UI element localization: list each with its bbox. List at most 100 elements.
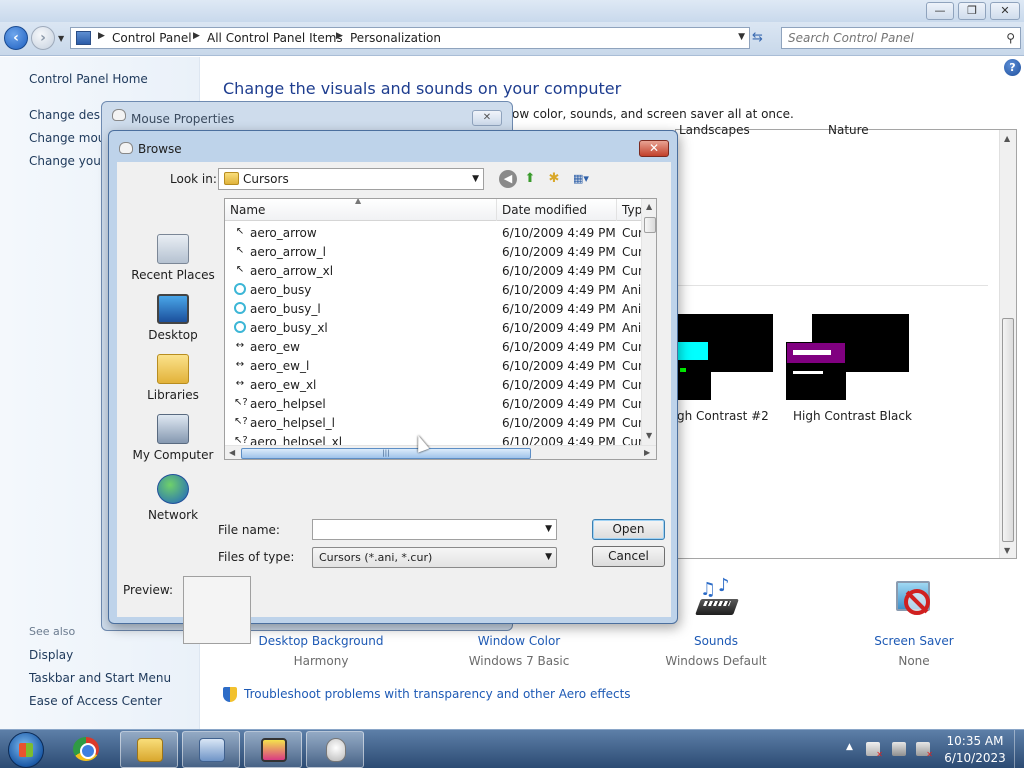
scroll-up-arrow-icon[interactable]: ▲ [646,202,652,211]
place-recent-places[interactable]: Recent Places [125,234,221,282]
sounds-icon[interactable]: ♫ ♪ [694,575,739,623]
theme-list-scrollbar[interactable]: ▲ ▼ [999,130,1016,558]
table-row[interactable]: ↖?aero_helpsel_xl6/10/2009 4:49 PMCursor [225,432,656,445]
theme-thumb-hcblack-front[interactable] [786,342,846,400]
horizontal-scroll-thumb[interactable]: ||| [241,448,531,459]
place-libraries[interactable]: Libraries [125,354,221,402]
file-list-vertical-scrollbar[interactable]: ▲ ▼ [641,199,656,445]
column-header-name[interactable]: Name [230,203,265,217]
chevron-down-icon[interactable]: ▼ [472,174,479,184]
minimize-button[interactable]: — [926,2,954,20]
sidebar-control-panel-home[interactable]: Control Panel Home [29,72,148,86]
table-row[interactable]: aero_busy_xl 6/10/2009 4:49 PM Anima [225,318,656,337]
scroll-left-arrow-icon[interactable]: ◀ [229,448,235,457]
theme-label-high-contrast-2[interactable]: gh Contrast #2 [677,409,769,423]
column-separator[interactable] [616,199,617,221]
refresh-icon[interactable]: ⇆ [752,30,763,45]
forward-button[interactable]: › [31,26,55,50]
window-color-item[interactable]: Window Color Windows 7 Basic [439,634,599,668]
table-row[interactable]: ↖aero_arrow6/10/2009 4:49 PMCursor [225,223,656,242]
open-button[interactable]: Open [592,519,665,540]
back-arrow-icon[interactable]: ◀ [499,170,517,188]
sidebar-display[interactable]: Display [29,648,73,662]
desktop-background-item[interactable]: Desktop Background Harmony [241,634,401,668]
place-desktop[interactable]: Desktop [125,294,221,342]
breadcrumb-separator-icon[interactable]: ▶ [98,31,105,41]
search-input[interactable] [788,31,988,45]
volume-icon[interactable] [916,742,933,759]
scroll-right-arrow-icon[interactable]: ▶ [644,448,650,457]
table-row[interactable]: ↔aero_ew_xl6/10/2009 4:49 PMCursor [225,375,656,394]
table-row[interactable]: ↖aero_arrow_l6/10/2009 4:49 PMCursor [225,242,656,261]
taskbar-mouse-properties[interactable] [306,731,364,768]
column-separator[interactable] [496,199,497,221]
file-list-horizontal-scrollbar[interactable]: ◀ ||| ▶ [225,445,656,459]
recent-pages-arrow-icon[interactable]: ▼ [58,34,64,43]
search-box[interactable]: ⚲ [781,27,1021,49]
show-hidden-icons-icon[interactable]: ▲ [846,742,853,752]
help-icon[interactable]: ? [1004,59,1021,76]
clock-date[interactable]: 6/10/2023 [940,751,1010,765]
screen-saver-link[interactable]: Screen Saver [834,634,994,648]
file-name-input[interactable] [316,522,536,536]
sidebar-taskbar-start-menu[interactable]: Taskbar and Start Menu [29,671,171,685]
scroll-down-arrow-icon[interactable]: ▼ [646,431,652,440]
taskbar-explorer[interactable] [120,731,178,768]
theme-scroll-thumb[interactable] [1002,318,1014,542]
close-button[interactable]: ✕ [990,2,1020,20]
breadcrumb-separator-icon[interactable]: ▶ [336,31,343,41]
browse-close-button[interactable]: ✕ [639,140,669,157]
new-folder-icon[interactable]: ✱ [545,170,563,188]
show-desktop-button[interactable] [1014,730,1024,768]
back-button[interactable]: ‹ [4,26,28,50]
breadcrumb-all-items[interactable]: All Control Panel Items [207,31,343,45]
screen-saver-icon[interactable] [892,577,936,623]
breadcrumb-separator-icon[interactable]: ▶ [193,31,200,41]
cancel-button[interactable]: Cancel [592,546,665,567]
scroll-up-arrow-icon[interactable]: ▲ [1004,134,1010,143]
mouse-properties-close-button[interactable]: ✕ [472,110,502,126]
troubleshoot-link-text[interactable]: Troubleshoot problems with transparency … [244,687,631,701]
files-of-type-dropdown[interactable]: Cursors (*.ani, *.cur) ▼ [312,547,557,568]
address-dropdown-icon[interactable]: ▼ [738,32,745,42]
table-row[interactable]: ↖?aero_helpsel6/10/2009 4:49 PMCursor [225,394,656,413]
breadcrumb-control-panel[interactable]: Control Panel [112,31,192,45]
network-icon[interactable] [892,742,906,756]
sidebar-change-desktop-icons[interactable]: Change deskt [29,108,112,122]
chevron-down-icon[interactable]: ▼ [545,524,552,534]
table-row[interactable]: aero_busy 6/10/2009 4:49 PM Anima [225,280,656,299]
desktop-background-link[interactable]: Desktop Background [241,634,401,648]
vertical-scroll-thumb[interactable] [644,217,656,233]
look-in-dropdown[interactable]: Cursors ▼ [218,168,484,190]
breadcrumb-personalization[interactable]: Personalization [350,31,441,45]
theme-label-landscapes[interactable]: Landscapes [679,123,750,137]
theme-label-nature[interactable]: Nature [828,123,869,137]
place-my-computer[interactable]: My Computer [125,414,221,462]
screen-saver-item[interactable]: Screen Saver None [834,577,994,668]
table-row[interactable]: aero_busy_l 6/10/2009 4:49 PM Anima [225,299,656,318]
table-row[interactable]: ↖aero_arrow_xl6/10/2009 4:49 PMCursor [225,261,656,280]
table-row[interactable]: ↔aero_ew6/10/2009 4:49 PMCursor [225,337,656,356]
taskbar-control-panel[interactable] [182,731,240,768]
chevron-down-icon[interactable]: ▼ [545,552,552,562]
column-header-date-modified[interactable]: Date modified [502,203,587,217]
file-name-combobox[interactable]: ▼ [312,519,557,540]
window-color-link[interactable]: Window Color [439,634,599,648]
sounds-link[interactable]: Sounds [636,634,796,648]
taskbar-chrome[interactable] [57,731,115,768]
address-bar[interactable]: ▶ Control Panel ▶ All Control Panel Item… [70,27,750,49]
place-network[interactable]: Network [125,474,221,522]
sidebar-ease-of-access[interactable]: Ease of Access Center [29,694,162,708]
taskbar-personalization[interactable] [244,731,302,768]
sidebar-change-mouse-pointers[interactable]: Change mous [29,131,112,145]
maximize-button[interactable]: ❐ [958,2,986,20]
theme-thumb-hc2-front[interactable] [678,342,711,400]
table-row[interactable]: ↖?aero_helpsel_l6/10/2009 4:49 PMCursor [225,413,656,432]
file-list[interactable]: Name ▲ Date modified Type ↖ aero_arrow 6/1… [224,198,657,460]
scroll-down-arrow-icon[interactable]: ▼ [1004,546,1010,555]
sidebar-change-account-picture[interactable]: Change your [29,154,106,168]
theme-label-high-contrast-black[interactable]: High Contrast Black [793,409,912,423]
start-button[interactable] [8,732,44,768]
table-row[interactable]: ↔aero_ew_l6/10/2009 4:49 PMCursor [225,356,656,375]
search-icon[interactable]: ⚲ [1006,31,1015,45]
